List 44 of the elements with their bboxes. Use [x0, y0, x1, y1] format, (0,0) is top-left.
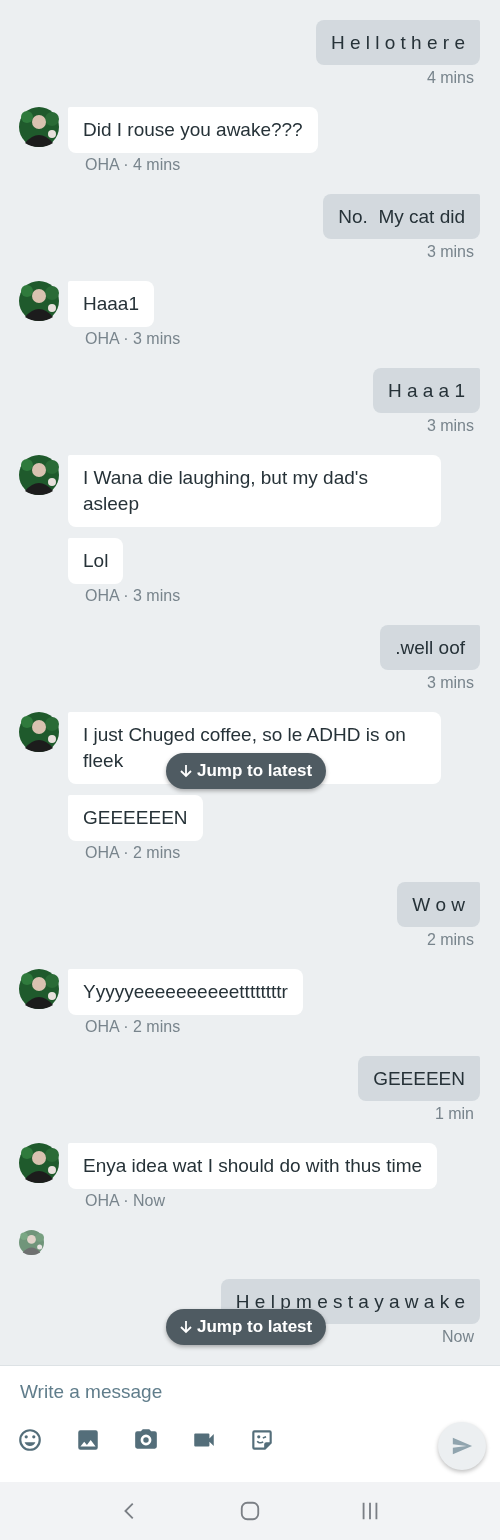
received-message: GEEEEEEN [68, 795, 203, 841]
timestamp: 3 mins [426, 243, 475, 261]
emoji-icon[interactable] [17, 1427, 43, 1453]
jump-to-latest-button[interactable]: Jump to latest [166, 753, 327, 789]
sender-and-time: OHA · 3 mins [85, 587, 182, 605]
jump-to-latest-button[interactable]: Jump to latest [166, 1309, 327, 1345]
send-button[interactable] [438, 1422, 486, 1470]
image-icon[interactable] [75, 1427, 101, 1453]
avatar [19, 1230, 44, 1255]
sent-message: GEEEEEN [358, 1056, 480, 1101]
timestamp: 1 min [434, 1105, 475, 1123]
sender-and-time: OHA · 2 mins [85, 844, 182, 862]
sent-message: No. My cat did [323, 194, 480, 239]
message-input[interactable]: Write a message [20, 1381, 460, 1403]
avatar [19, 281, 59, 321]
sender-and-time: OHA · Now [85, 1192, 166, 1210]
timestamp: 2 mins [426, 931, 475, 949]
send-icon [451, 1435, 473, 1457]
received-message: Did I rouse you awake??? [68, 107, 318, 153]
sender-and-time: OHA · 4 mins [85, 156, 182, 174]
avatar [19, 107, 59, 147]
home-icon[interactable] [239, 1500, 261, 1522]
timestamp: 3 mins [426, 417, 475, 435]
down-arrow-icon [178, 763, 194, 779]
sent-message: W o w [397, 882, 480, 927]
received-message: I Wana die laughing, but my dad's asleep [68, 455, 441, 527]
avatar [19, 455, 59, 495]
received-message: Enya idea wat I should do with thus time [68, 1143, 438, 1189]
received-message: Lol [68, 538, 124, 584]
sent-message: .well oof [380, 625, 480, 670]
received-message: Yyyyyeeeeeeeeeettttttttr [68, 969, 303, 1015]
sent-message: H a a a 1 [372, 368, 480, 413]
received-message: Haaa1 [68, 281, 154, 327]
timestamp: 3 mins [426, 674, 475, 692]
timestamp: 4 mins [426, 69, 475, 87]
avatar [19, 712, 59, 752]
down-arrow-icon [178, 1319, 194, 1335]
timestamp: Now [442, 1328, 475, 1346]
avatar [19, 969, 59, 1009]
sender-and-time: OHA · 2 mins [85, 1018, 182, 1036]
avatar [19, 1143, 59, 1183]
sender-and-time: OHA · 3 mins [85, 330, 182, 348]
sticker-icon[interactable] [249, 1427, 275, 1453]
sent-message: H e l l o t h e r e [315, 20, 480, 65]
